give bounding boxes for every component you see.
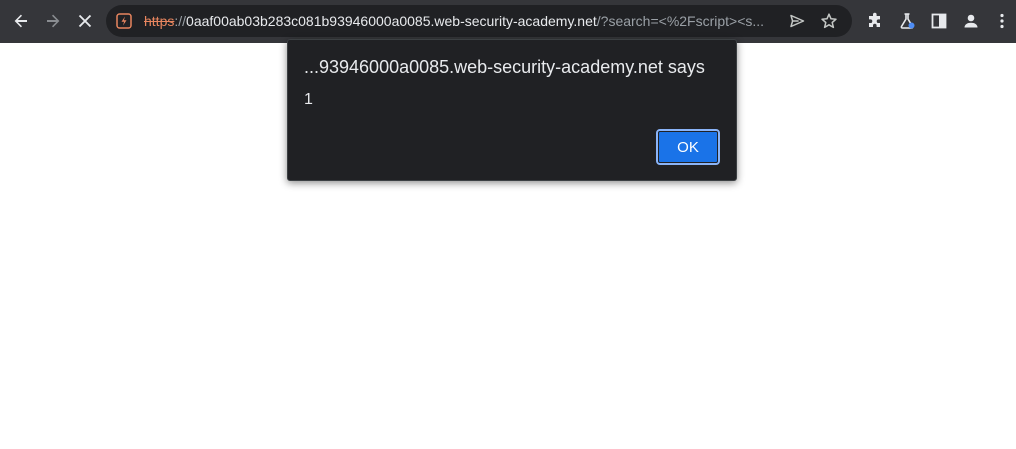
url-separator: :// (174, 13, 187, 29)
puzzle-icon (869, 12, 880, 27)
side-panel-button[interactable] (924, 6, 954, 36)
labs-button[interactable] (892, 6, 922, 36)
url-scheme: https (144, 13, 175, 29)
not-secure-icon[interactable] (116, 13, 132, 29)
alert-dialog: ...93946000a0085.web-security-academy.ne… (287, 39, 737, 181)
send-tab-button[interactable] (782, 6, 812, 36)
bookmark-button[interactable] (814, 6, 844, 36)
menu-button[interactable] (988, 6, 1016, 36)
profile-button[interactable] (956, 6, 986, 36)
person-icon (964, 14, 978, 28)
close-icon (78, 14, 92, 28)
browser-toolbar: https://0aaf00ab03b283c081b93946000a0085… (0, 0, 1016, 43)
arrow-right-icon (47, 14, 60, 28)
address-bar[interactable]: https://0aaf00ab03b283c081b93946000a0085… (106, 5, 852, 37)
extensions-button[interactable] (860, 6, 890, 36)
stop-button[interactable] (70, 6, 100, 36)
back-button[interactable] (6, 6, 36, 36)
flask-icon (900, 13, 915, 29)
forward-button[interactable] (38, 6, 68, 36)
star-icon (821, 13, 837, 29)
send-icon (790, 14, 805, 28)
url-path: /?search=<%2Fscript><s... (596, 13, 765, 29)
alert-title: ...93946000a0085.web-security-academy.ne… (304, 57, 705, 77)
kebab-menu-icon (1000, 13, 1004, 29)
url-text[interactable]: https://0aaf00ab03b283c081b93946000a0085… (144, 5, 782, 37)
arrow-left-icon (14, 14, 27, 28)
alert-message: 1 (304, 91, 313, 108)
url-host: 0aaf00ab03b283c081b93946000a0085.web-sec… (186, 13, 597, 29)
side-panel-icon (931, 13, 947, 29)
ok-button[interactable]: OK (656, 129, 720, 165)
